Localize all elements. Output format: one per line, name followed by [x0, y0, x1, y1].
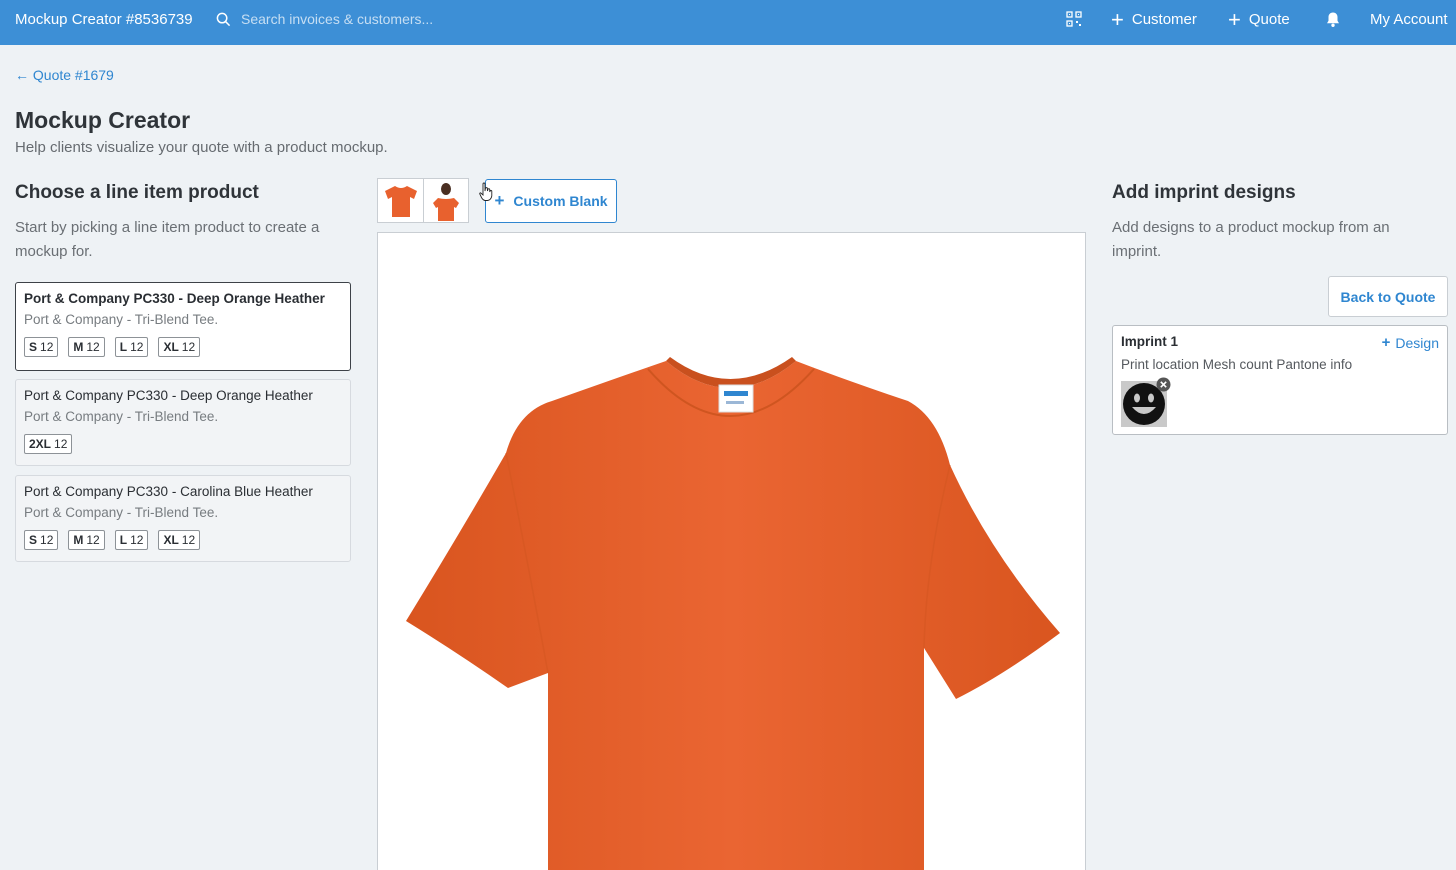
search-box[interactable]: [216, 11, 541, 27]
imprint-designs-heading: Add imprint designs: [1112, 182, 1296, 203]
plus-icon: +: [1111, 6, 1124, 32]
plus-icon: +: [1381, 334, 1391, 351]
app-title: Mockup Creator #8536739: [15, 11, 193, 28]
back-to-quote-button[interactable]: Back to Quote: [1328, 276, 1448, 317]
product-card[interactable]: Port & Company PC330 - Deep Orange Heath…: [15, 379, 351, 466]
my-account-menu[interactable]: My Account: [1370, 11, 1448, 28]
bell-icon[interactable]: [1325, 11, 1341, 28]
product-card[interactable]: Port & Company PC330 - Deep Orange Heath…: [15, 282, 351, 371]
product-name: Port & Company PC330 - Deep Orange Heath…: [24, 388, 313, 403]
qr-code-icon[interactable]: [1066, 11, 1082, 27]
size-chip: L 12: [114, 530, 149, 550]
search-icon: [216, 12, 231, 26]
add-design-label: Design: [1395, 334, 1439, 351]
product-card[interactable]: Port & Company PC330 - Carolina Blue Hea…: [15, 475, 351, 562]
page-title: Mockup Creator: [15, 107, 191, 133]
line-item-heading: Choose a line item product: [15, 182, 259, 203]
mockup-thumbnails: [377, 178, 469, 223]
size-chip: M 12: [68, 530, 105, 550]
model-shirt-thumbnail[interactable]: [423, 179, 468, 222]
size-chip: M 12: [68, 337, 105, 357]
plus-icon: +: [1228, 6, 1241, 32]
size-chip: S 12: [24, 337, 59, 357]
imprint-card: Imprint 1 + Design Print location Mesh c…: [1112, 325, 1448, 435]
custom-blank-button[interactable]: + Custom Blank: [485, 179, 617, 223]
add-design-button[interactable]: + Design: [1382, 334, 1439, 351]
t-shirt-mockup-image: [406, 357, 1060, 870]
size-chip: XL 12: [158, 337, 201, 357]
size-chip: XL 12: [158, 530, 201, 550]
product-description: Port & Company - Tri-Blend Tee.: [24, 505, 219, 520]
size-chip: 2XL 12: [24, 434, 73, 454]
size-chip: L 12: [114, 337, 149, 357]
product-description: Port & Company - Tri-Blend Tee.: [24, 312, 219, 327]
search-input[interactable]: [241, 11, 541, 27]
new-customer-button[interactable]: + Customer: [1111, 6, 1197, 32]
product-name: Port & Company PC330 - Deep Orange Heath…: [24, 291, 325, 306]
mockup-canvas[interactable]: [377, 232, 1086, 870]
custom-blank-label: Custom Blank: [513, 193, 608, 209]
page-subtitle: Help clients visualize your quote with a…: [15, 139, 388, 156]
new-quote-button[interactable]: + Quote: [1228, 6, 1290, 32]
product-description: Port & Company - Tri-Blend Tee.: [24, 409, 219, 424]
remove-design-icon[interactable]: [1156, 377, 1171, 392]
imprint-info: Print location Mesh count Pantone info: [1121, 357, 1353, 372]
product-name: Port & Company PC330 - Carolina Blue Hea…: [24, 484, 313, 499]
shirt-flat-icon: [384, 185, 417, 217]
top-navigation-bar: Mockup Creator #8536739 + Customer + Quo…: [0, 0, 1456, 45]
shirt-model-icon: [433, 182, 459, 221]
new-quote-label: Quote: [1248, 11, 1290, 28]
flat-shirt-thumbnail[interactable]: [378, 179, 423, 222]
back-to-quote-link[interactable]: ← Quote #1679: [15, 67, 114, 83]
size-chip: S 12: [24, 530, 59, 550]
plus-icon: +: [494, 191, 505, 210]
line-item-description: Start by picking a line item product to …: [15, 219, 320, 260]
imprint-designs-description: Add designs to a product mockup from an …: [1112, 219, 1390, 260]
new-customer-label: Customer: [1131, 11, 1197, 28]
hand-pointer-cursor-icon: [479, 182, 493, 201]
